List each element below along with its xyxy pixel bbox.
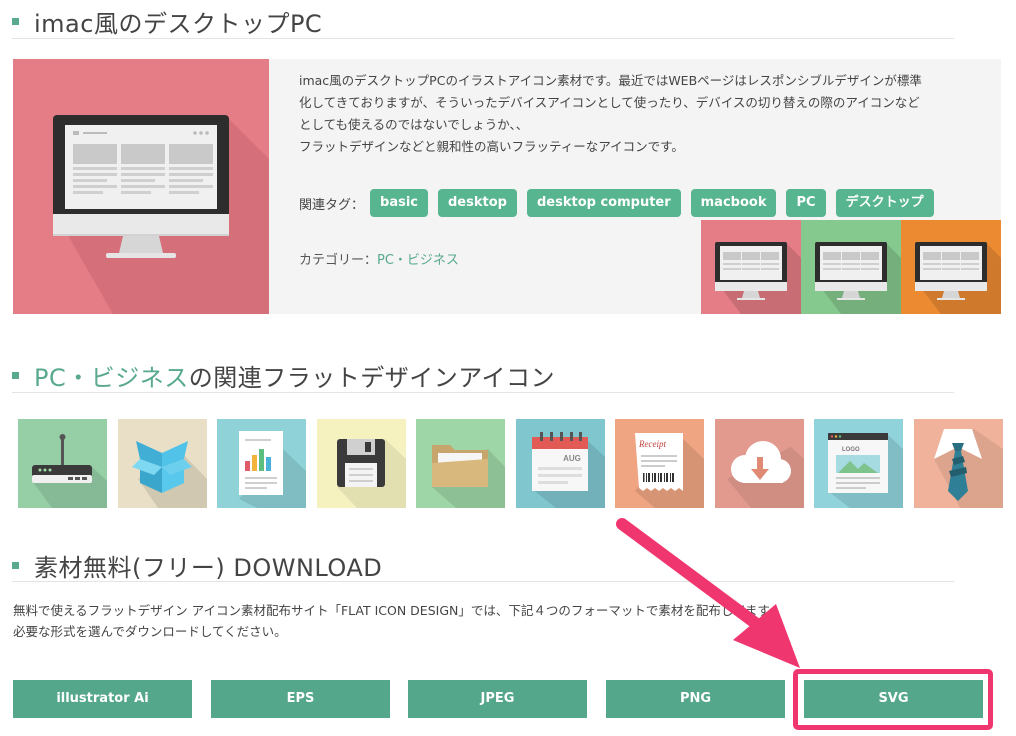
product-detail-panel: imac風のデスクトップPCのイラストアイコン素材です。最近ではWEBページはレ…	[13, 59, 1001, 314]
related-icon-folder[interactable]	[416, 419, 505, 508]
variant-green-thumbnail[interactable]	[801, 220, 901, 314]
related-icon-tie[interactable]	[913, 419, 1003, 508]
browser-logo-label: LOGO	[842, 447, 860, 453]
related-icon-cloud[interactable]	[714, 419, 804, 508]
related-icon-document[interactable]	[217, 419, 306, 508]
related-icon-receipt[interactable]: Receipt	[615, 419, 704, 508]
page-title: imac風のデスクトップPC	[34, 10, 323, 38]
router-icon	[32, 434, 107, 508]
cloud-download-icon	[726, 441, 804, 508]
related-icon-browser[interactable]: LOGO	[814, 419, 903, 508]
tag-pc[interactable]: PC	[786, 189, 826, 217]
download-png-button[interactable]: PNG	[606, 680, 785, 718]
hero-image	[13, 59, 269, 314]
download-eps-button[interactable]: EPS	[211, 680, 390, 718]
box-icon	[131, 441, 207, 508]
folder-icon	[432, 445, 505, 508]
desktop-computer-icon	[815, 242, 901, 314]
section-title-desktop-pc: imac風のデスクトップPC	[12, 4, 322, 39]
section-title-related: PC・ビジネス の関連フラットデザインアイコン	[12, 358, 555, 393]
variant-orange-thumbnail[interactable]	[901, 220, 1001, 314]
download-jpeg-button[interactable]: JPEG	[408, 680, 587, 718]
download-text-line: 必要な形式を選んでダウンロードしてください。	[13, 624, 287, 639]
category-row: カテゴリー：PC・ビジネス	[299, 249, 459, 268]
svg-highlight-box	[793, 669, 993, 730]
calendar-icon: AUG	[531, 432, 605, 508]
tag-desktop-jp[interactable]: デスクトップ	[835, 189, 934, 217]
related-icon-box[interactable]	[117, 419, 207, 508]
tag-desktop-computer[interactable]: desktop computer	[526, 189, 681, 217]
related-icons-list: AUG Receipt LOGO	[18, 419, 1013, 508]
variant-pink-thumbnail[interactable]	[701, 220, 801, 314]
description-line: imac風のデスクトップPCのイラストアイコン素材です。最近ではWEBページはレ…	[299, 73, 922, 88]
download-title: 素材無料(フリー) DOWNLOAD	[34, 554, 383, 582]
desktop-computer-icon	[915, 242, 1001, 314]
related-icon-floppy[interactable]	[316, 419, 406, 508]
description-line: としても使えるのではないでしょうか、、	[299, 117, 529, 132]
shirt-tie-icon	[933, 429, 1003, 508]
web-browser-icon: LOGO	[828, 433, 903, 508]
section-title-download: 素材無料(フリー) DOWNLOAD	[12, 548, 382, 583]
desktop-computer-icon	[53, 115, 269, 314]
tag-desktop[interactable]: desktop	[438, 189, 517, 217]
related-title-text: の関連フラットデザインアイコン	[188, 364, 556, 392]
divider	[12, 581, 954, 582]
divider	[12, 38, 954, 39]
bullet-square-icon	[12, 562, 19, 569]
tags-label: 関連タグ：	[299, 197, 365, 213]
receipt-label: Receipt	[638, 439, 666, 449]
description-line: フラットデザインなどと親和性の高いフラッティーなアイコンです。	[299, 139, 684, 154]
color-variants	[701, 220, 1001, 314]
description-line: 化してきておりますが、そういったデバイスアイコンとして使ったり、デバイスの切り替…	[299, 95, 920, 110]
bullet-square-icon	[12, 18, 19, 25]
description: imac風のデスクトップPCのイラストアイコン素材です。最近ではWEBページはレ…	[299, 70, 999, 158]
divider	[12, 392, 954, 393]
tags-row: 関連タグ： basic desktop desktop computer mac…	[299, 189, 944, 217]
download-ai-button[interactable]: illustrator Ai	[13, 680, 192, 718]
desktop-computer-icon	[715, 242, 801, 314]
tag-basic[interactable]: basic	[370, 189, 428, 217]
bullet-square-icon	[12, 372, 19, 379]
floppy-disk-icon	[336, 439, 406, 508]
tag-macbook[interactable]: macbook	[690, 189, 777, 217]
related-category-link[interactable]: PC・ビジネス	[34, 358, 189, 393]
related-icon-router[interactable]	[18, 419, 107, 508]
document-chart-icon	[239, 431, 306, 508]
category-link[interactable]: PC・ビジネス	[377, 253, 459, 268]
download-text-line: 無料で使えるフラットデザイン アイコン素材配布サイト「FLAT ICON DES…	[13, 603, 782, 618]
related-icon-calendar[interactable]: AUG	[515, 419, 605, 508]
category-label: カテゴリー：	[299, 253, 378, 268]
receipt-icon: Receipt	[635, 433, 704, 508]
calendar-month-label: AUG	[563, 454, 581, 463]
download-description: 無料で使えるフラットデザイン アイコン素材配布サイト「FLAT ICON DES…	[13, 600, 781, 642]
